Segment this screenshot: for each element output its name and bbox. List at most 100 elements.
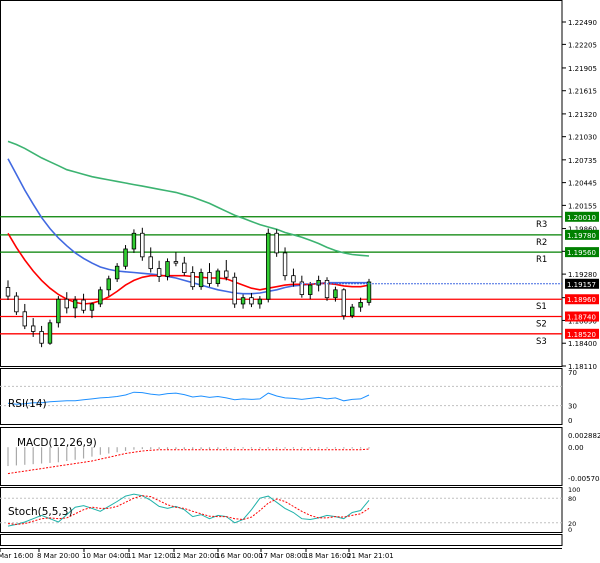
- candle-body: [140, 232, 145, 258]
- candle: [274, 229, 279, 257]
- candle-body: [30, 325, 36, 332]
- candle-body: [165, 261, 170, 277]
- candle-body: [173, 261, 179, 264]
- candle-body: [5, 287, 11, 297]
- time-tick-label: 10 Mar 04:00: [82, 552, 129, 560]
- rsi-label: RSI(14): [8, 398, 47, 410]
- price-tick-label: 1.21320: [568, 111, 597, 119]
- price-tick-label: 1.21905: [568, 65, 597, 73]
- price-tick-label: 1.21615: [568, 88, 597, 96]
- stoch-tick-label: 80: [568, 495, 576, 503]
- candle-body: [106, 278, 111, 291]
- candle-body: [341, 289, 347, 317]
- candle-body: [123, 248, 128, 267]
- level-label-s3: S3: [536, 337, 547, 347]
- candle: [131, 229, 137, 253]
- level-label-s2: S2: [536, 320, 547, 330]
- candle-body: [232, 276, 237, 305]
- price-tick-label: 1.22205: [568, 41, 597, 49]
- time-tick-label: 12 Mar 20:00: [172, 552, 219, 560]
- macd-label: MACD(12,26,9): [17, 437, 97, 449]
- level-price-label: 1.19780: [567, 232, 596, 240]
- candle: [324, 277, 330, 301]
- price-tick-label: 1.22490: [568, 19, 597, 27]
- stoch-tick-label: 0: [568, 526, 572, 534]
- candle-body: [64, 298, 69, 309]
- candle: [56, 296, 61, 328]
- candle-body: [291, 275, 296, 283]
- time-tick-label: 17 Mar 08:00: [259, 552, 306, 560]
- candle: [47, 319, 53, 345]
- candle-body: [207, 272, 212, 284]
- candle-body: [190, 272, 195, 288]
- level-price-label: 1.19560: [567, 249, 596, 257]
- pane-frame-stoch: [0, 487, 563, 533]
- candle-body: [324, 279, 330, 299]
- candle-body: [308, 284, 313, 295]
- candle-body: [358, 301, 363, 308]
- candle: [232, 272, 237, 308]
- candle: [123, 245, 128, 270]
- candle-body: [98, 289, 103, 305]
- level-label-r3: R3: [536, 220, 547, 230]
- candle-body: [215, 270, 221, 284]
- level-price-label: 1.18520: [567, 331, 596, 339]
- time-tick-label: 11 Mar 12:00: [127, 552, 174, 560]
- time-tick-label: 21 Mar 21:01: [347, 552, 394, 560]
- candle-body: [224, 270, 229, 278]
- macd-tick-label: 0.00: [568, 444, 584, 452]
- macd-tick-label: -0.005704: [568, 475, 600, 483]
- rsi-tick-label: 70: [568, 369, 577, 377]
- candle-body: [198, 272, 204, 288]
- forex-chart: R3 R2 R1 S1 S2 S3 RSI(14) MACD(12,26,9) Stoch…: [0, 0, 600, 560]
- price-tick-label: 1.20445: [568, 180, 597, 188]
- level-label-s1: S1: [536, 302, 547, 312]
- pane-frame-empty: [0, 534, 563, 546]
- rsi-tick-label: 0: [568, 417, 572, 425]
- macd-tick-label: 0.002882: [568, 432, 600, 440]
- candle-body: [350, 306, 355, 317]
- candle-body: [56, 298, 61, 324]
- rsi-tick-label: 30: [568, 403, 577, 411]
- pane-frame-main: [0, 0, 563, 367]
- candle: [98, 286, 103, 308]
- candle-body: [14, 295, 19, 313]
- candle-body: [282, 252, 288, 277]
- candle-body: [240, 297, 246, 305]
- level-label-r2: R2: [536, 238, 547, 248]
- candle-body: [114, 265, 120, 280]
- candle-body: [156, 268, 162, 277]
- candle-body: [316, 279, 321, 286]
- price-tick-label: 1.20155: [568, 202, 597, 210]
- candle-body: [39, 331, 44, 344]
- candle: [366, 278, 372, 306]
- time-tick-label: 16 Mar 00:00: [216, 552, 263, 560]
- stoch-tick-label: 100: [568, 486, 580, 494]
- candle-body: [182, 262, 187, 273]
- price-tick-label: 1.20735: [568, 157, 597, 165]
- candle-body: [89, 303, 95, 311]
- time-tick-label: 18 Mar 16:00: [304, 552, 351, 560]
- candle-body: [72, 299, 78, 309]
- level-price-label: 1.20010: [567, 214, 596, 222]
- candle-body: [257, 298, 263, 305]
- candle-body: [249, 297, 254, 305]
- time-tick-label: Mar 16:00: [0, 552, 34, 560]
- candle-body: [274, 232, 279, 254]
- level-label-r1: R1: [536, 255, 547, 265]
- price-tick-label: 1.19280: [568, 271, 597, 279]
- price-tick-label: 1.18400: [568, 340, 597, 348]
- stoch-label: Stoch(5,5,3): [8, 506, 73, 518]
- candle-body: [81, 299, 86, 311]
- current-price-label: 1.19157: [567, 281, 596, 289]
- candle: [114, 263, 120, 282]
- candle-body: [366, 281, 372, 303]
- pane-frame-rsi: [0, 368, 563, 425]
- candle-body: [266, 232, 271, 300]
- candle: [341, 288, 347, 320]
- candle-body: [333, 289, 338, 299]
- level-price-label: 1.18740: [567, 314, 596, 322]
- time-tick-label: 8 Mar 20:00: [37, 552, 79, 560]
- candle-body: [131, 232, 137, 250]
- price-tick-label: 1.21030: [568, 134, 597, 142]
